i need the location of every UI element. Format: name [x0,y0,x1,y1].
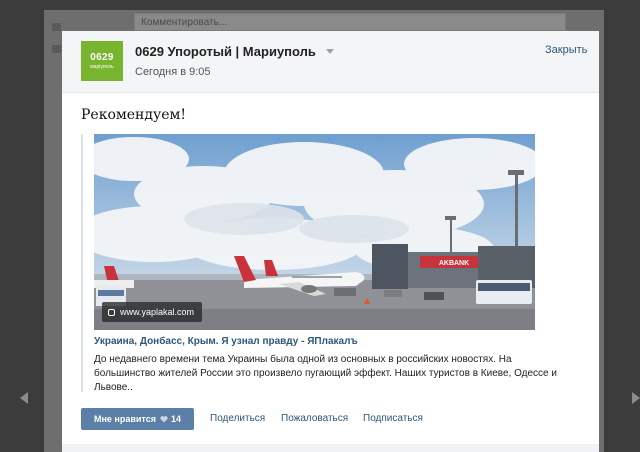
like-label: Мне нравится [93,414,156,424]
source-badge[interactable]: www.yaplakal.com [102,302,203,322]
photo-sign-text: AKBANK [439,260,469,267]
attachment-photo[interactable]: AKBANK www.yaplakal.com [94,134,535,330]
heart-icon [160,416,168,423]
logo-text: 0629 [90,52,114,63]
attachment-divider [81,134,83,392]
group-avatar[interactable]: 0629 маріуполь [81,41,123,81]
airport-photo: AKBANK [94,134,535,330]
background-comment-field: Комментировать... [134,13,566,31]
post-text: Рекомендуем! [81,107,187,123]
background-mail-icon [52,23,61,31]
source-badge-label: www.yaplakal.com [120,307,195,317]
link-icon [108,309,115,316]
article-description: До недавнего времени тема Украины была о… [94,354,557,393]
next-arrow-icon[interactable] [632,392,640,404]
modal-footer [62,444,599,452]
subscribe-link[interactable]: Подписаться [363,413,423,424]
article-title-link[interactable]: Украина, Донбасс, Крым. Я узнал правду -… [94,336,358,347]
share-link[interactable]: Поделиться [210,413,265,424]
logo-subtext: маріуполь [90,64,114,70]
post-date[interactable]: Сегодня в 9:05 [135,66,211,78]
post-modal: 0629 маріуполь 0629 Упоротый | Мариуполь… [62,31,599,452]
report-link[interactable]: Пожаловаться [281,413,348,424]
like-count: 14 [170,414,181,424]
chevron-down-icon[interactable] [326,49,334,54]
close-button[interactable]: Закрыть [545,44,587,56]
modal-header: 0629 маріуполь 0629 Упоротый | Мариуполь… [62,31,599,93]
background-chat-icon [52,45,61,53]
group-name[interactable]: 0629 Упоротый | Мариуполь [135,44,316,59]
previous-arrow-icon[interactable] [20,392,28,404]
like-button[interactable]: Мне нравится 14 [81,408,194,430]
